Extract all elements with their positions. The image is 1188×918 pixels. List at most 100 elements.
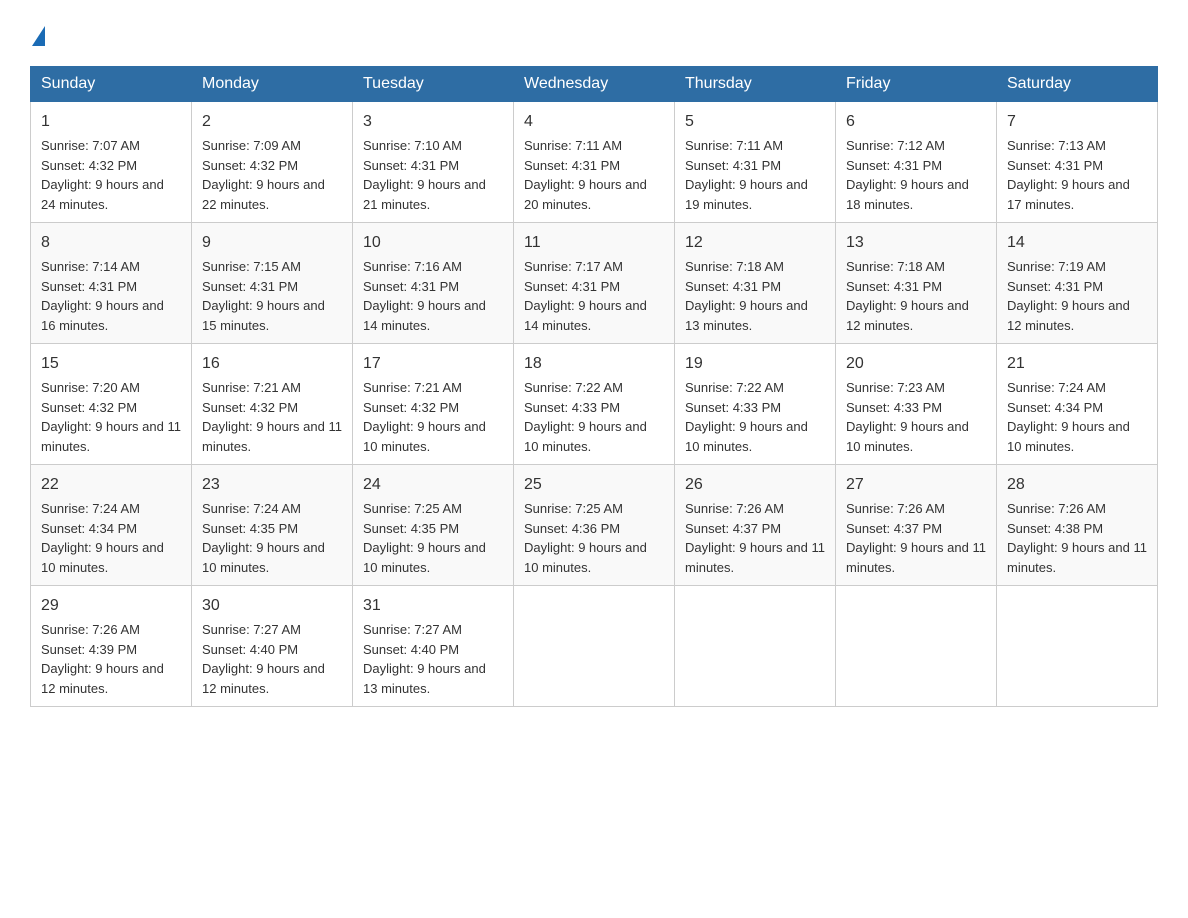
col-header-sunday: Sunday [31, 67, 192, 102]
day-number: 3 [363, 110, 503, 134]
day-info: Sunrise: 7:25 AMSunset: 4:35 PMDaylight:… [363, 501, 486, 575]
day-number: 16 [202, 352, 342, 376]
calendar-table: SundayMondayTuesdayWednesdayThursdayFrid… [30, 66, 1158, 707]
calendar-cell: 3 Sunrise: 7:10 AMSunset: 4:31 PMDayligh… [353, 102, 514, 223]
day-info: Sunrise: 7:27 AMSunset: 4:40 PMDaylight:… [363, 622, 486, 696]
calendar-cell: 27 Sunrise: 7:26 AMSunset: 4:37 PMDaylig… [836, 465, 997, 586]
calendar-cell [997, 586, 1158, 707]
day-number: 10 [363, 231, 503, 255]
day-number: 29 [41, 594, 181, 618]
day-number: 7 [1007, 110, 1147, 134]
calendar-cell: 8 Sunrise: 7:14 AMSunset: 4:31 PMDayligh… [31, 223, 192, 344]
day-info: Sunrise: 7:07 AMSunset: 4:32 PMDaylight:… [41, 138, 164, 212]
day-info: Sunrise: 7:18 AMSunset: 4:31 PMDaylight:… [846, 259, 969, 333]
calendar-cell: 11 Sunrise: 7:17 AMSunset: 4:31 PMDaylig… [514, 223, 675, 344]
day-info: Sunrise: 7:26 AMSunset: 4:37 PMDaylight:… [685, 501, 825, 575]
day-number: 22 [41, 473, 181, 497]
day-info: Sunrise: 7:21 AMSunset: 4:32 PMDaylight:… [363, 380, 486, 454]
calendar-cell: 22 Sunrise: 7:24 AMSunset: 4:34 PMDaylig… [31, 465, 192, 586]
day-info: Sunrise: 7:18 AMSunset: 4:31 PMDaylight:… [685, 259, 808, 333]
day-number: 5 [685, 110, 825, 134]
day-info: Sunrise: 7:17 AMSunset: 4:31 PMDaylight:… [524, 259, 647, 333]
calendar-cell: 25 Sunrise: 7:25 AMSunset: 4:36 PMDaylig… [514, 465, 675, 586]
calendar-cell: 15 Sunrise: 7:20 AMSunset: 4:32 PMDaylig… [31, 344, 192, 465]
calendar-cell: 13 Sunrise: 7:18 AMSunset: 4:31 PMDaylig… [836, 223, 997, 344]
calendar-cell: 31 Sunrise: 7:27 AMSunset: 4:40 PMDaylig… [353, 586, 514, 707]
day-number: 18 [524, 352, 664, 376]
col-header-wednesday: Wednesday [514, 67, 675, 102]
week-row-1: 1 Sunrise: 7:07 AMSunset: 4:32 PMDayligh… [31, 102, 1158, 223]
day-info: Sunrise: 7:09 AMSunset: 4:32 PMDaylight:… [202, 138, 325, 212]
week-row-3: 15 Sunrise: 7:20 AMSunset: 4:32 PMDaylig… [31, 344, 1158, 465]
col-header-tuesday: Tuesday [353, 67, 514, 102]
calendar-cell: 1 Sunrise: 7:07 AMSunset: 4:32 PMDayligh… [31, 102, 192, 223]
calendar-cell: 7 Sunrise: 7:13 AMSunset: 4:31 PMDayligh… [997, 102, 1158, 223]
calendar-cell: 28 Sunrise: 7:26 AMSunset: 4:38 PMDaylig… [997, 465, 1158, 586]
calendar-cell [514, 586, 675, 707]
day-info: Sunrise: 7:14 AMSunset: 4:31 PMDaylight:… [41, 259, 164, 333]
col-header-monday: Monday [192, 67, 353, 102]
day-number: 25 [524, 473, 664, 497]
day-number: 11 [524, 231, 664, 255]
week-row-5: 29 Sunrise: 7:26 AMSunset: 4:39 PMDaylig… [31, 586, 1158, 707]
day-info: Sunrise: 7:24 AMSunset: 4:34 PMDaylight:… [1007, 380, 1130, 454]
calendar-cell: 9 Sunrise: 7:15 AMSunset: 4:31 PMDayligh… [192, 223, 353, 344]
day-number: 21 [1007, 352, 1147, 376]
day-info: Sunrise: 7:13 AMSunset: 4:31 PMDaylight:… [1007, 138, 1130, 212]
calendar-cell: 5 Sunrise: 7:11 AMSunset: 4:31 PMDayligh… [675, 102, 836, 223]
day-info: Sunrise: 7:22 AMSunset: 4:33 PMDaylight:… [524, 380, 647, 454]
day-number: 31 [363, 594, 503, 618]
day-number: 4 [524, 110, 664, 134]
day-info: Sunrise: 7:25 AMSunset: 4:36 PMDaylight:… [524, 501, 647, 575]
calendar-cell: 2 Sunrise: 7:09 AMSunset: 4:32 PMDayligh… [192, 102, 353, 223]
day-info: Sunrise: 7:26 AMSunset: 4:37 PMDaylight:… [846, 501, 986, 575]
calendar-header-row: SundayMondayTuesdayWednesdayThursdayFrid… [31, 67, 1158, 102]
day-info: Sunrise: 7:12 AMSunset: 4:31 PMDaylight:… [846, 138, 969, 212]
day-info: Sunrise: 7:11 AMSunset: 4:31 PMDaylight:… [524, 138, 647, 212]
day-number: 27 [846, 473, 986, 497]
day-info: Sunrise: 7:11 AMSunset: 4:31 PMDaylight:… [685, 138, 808, 212]
day-info: Sunrise: 7:22 AMSunset: 4:33 PMDaylight:… [685, 380, 808, 454]
day-info: Sunrise: 7:20 AMSunset: 4:32 PMDaylight:… [41, 380, 181, 454]
calendar-cell: 18 Sunrise: 7:22 AMSunset: 4:33 PMDaylig… [514, 344, 675, 465]
day-number: 20 [846, 352, 986, 376]
day-number: 8 [41, 231, 181, 255]
day-number: 2 [202, 110, 342, 134]
calendar-cell: 24 Sunrise: 7:25 AMSunset: 4:35 PMDaylig… [353, 465, 514, 586]
calendar-cell: 16 Sunrise: 7:21 AMSunset: 4:32 PMDaylig… [192, 344, 353, 465]
calendar-cell: 29 Sunrise: 7:26 AMSunset: 4:39 PMDaylig… [31, 586, 192, 707]
day-number: 24 [363, 473, 503, 497]
day-info: Sunrise: 7:10 AMSunset: 4:31 PMDaylight:… [363, 138, 486, 212]
day-number: 19 [685, 352, 825, 376]
day-info: Sunrise: 7:24 AMSunset: 4:34 PMDaylight:… [41, 501, 164, 575]
calendar-cell [675, 586, 836, 707]
week-row-4: 22 Sunrise: 7:24 AMSunset: 4:34 PMDaylig… [31, 465, 1158, 586]
day-info: Sunrise: 7:16 AMSunset: 4:31 PMDaylight:… [363, 259, 486, 333]
day-info: Sunrise: 7:24 AMSunset: 4:35 PMDaylight:… [202, 501, 325, 575]
calendar-cell: 10 Sunrise: 7:16 AMSunset: 4:31 PMDaylig… [353, 223, 514, 344]
calendar-cell: 20 Sunrise: 7:23 AMSunset: 4:33 PMDaylig… [836, 344, 997, 465]
calendar-cell: 17 Sunrise: 7:21 AMSunset: 4:32 PMDaylig… [353, 344, 514, 465]
calendar-cell [836, 586, 997, 707]
calendar-cell: 21 Sunrise: 7:24 AMSunset: 4:34 PMDaylig… [997, 344, 1158, 465]
week-row-2: 8 Sunrise: 7:14 AMSunset: 4:31 PMDayligh… [31, 223, 1158, 344]
day-info: Sunrise: 7:21 AMSunset: 4:32 PMDaylight:… [202, 380, 342, 454]
day-info: Sunrise: 7:27 AMSunset: 4:40 PMDaylight:… [202, 622, 325, 696]
day-number: 30 [202, 594, 342, 618]
page-header [30, 20, 1158, 46]
day-info: Sunrise: 7:19 AMSunset: 4:31 PMDaylight:… [1007, 259, 1130, 333]
calendar-cell: 4 Sunrise: 7:11 AMSunset: 4:31 PMDayligh… [514, 102, 675, 223]
day-number: 17 [363, 352, 503, 376]
calendar-cell: 6 Sunrise: 7:12 AMSunset: 4:31 PMDayligh… [836, 102, 997, 223]
col-header-thursday: Thursday [675, 67, 836, 102]
logo [30, 20, 45, 46]
calendar-cell: 23 Sunrise: 7:24 AMSunset: 4:35 PMDaylig… [192, 465, 353, 586]
day-info: Sunrise: 7:26 AMSunset: 4:39 PMDaylight:… [41, 622, 164, 696]
day-number: 15 [41, 352, 181, 376]
col-header-friday: Friday [836, 67, 997, 102]
day-number: 14 [1007, 231, 1147, 255]
day-number: 12 [685, 231, 825, 255]
day-info: Sunrise: 7:23 AMSunset: 4:33 PMDaylight:… [846, 380, 969, 454]
day-number: 26 [685, 473, 825, 497]
day-number: 13 [846, 231, 986, 255]
